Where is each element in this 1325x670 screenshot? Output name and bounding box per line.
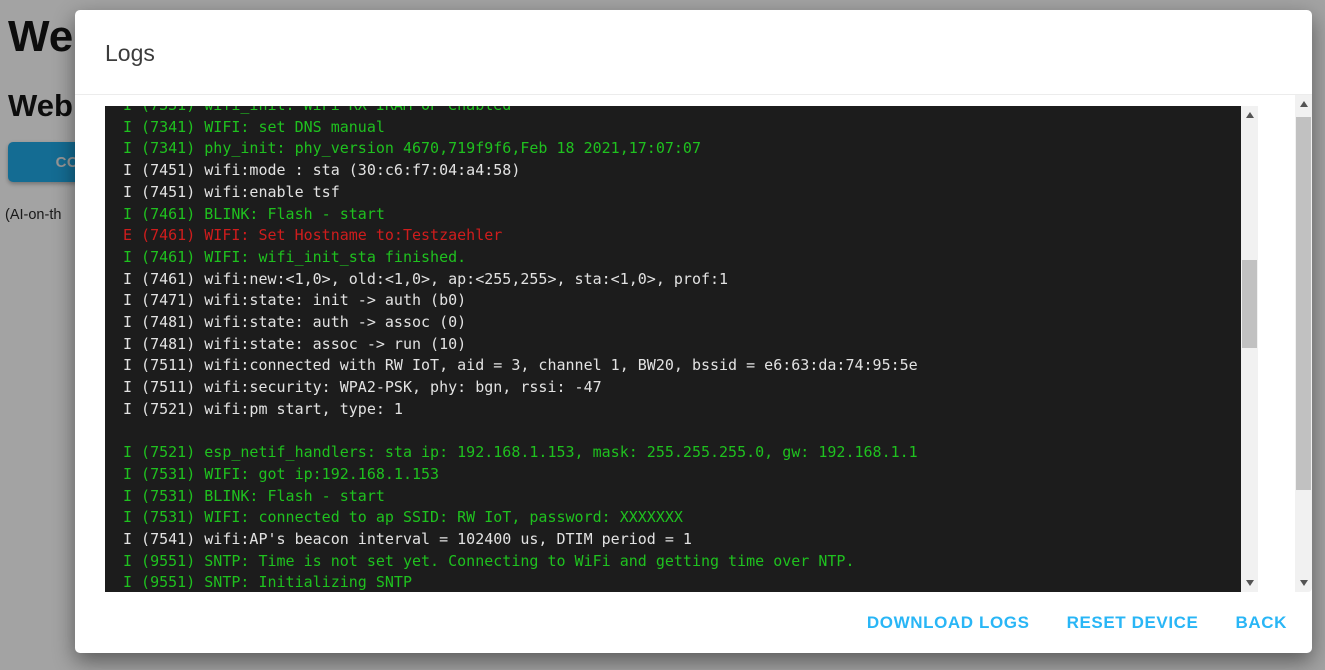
dialog-scrollbar-thumb[interactable] xyxy=(1296,117,1311,490)
log-line: I (7481) wifi:state: auth -> assoc (0) xyxy=(123,312,1241,334)
log-line: I (7331) wifi_init: WiFi RX IRAM OP enab… xyxy=(123,106,1241,117)
scroll-down-icon[interactable] xyxy=(1295,576,1312,590)
log-line: I (9551) SNTP: Initializing SNTP xyxy=(123,572,1241,592)
log-line: I (7461) wifi:new:<1,0>, old:<1,0>, ap:<… xyxy=(123,269,1241,291)
log-line: I (9551) SNTP: Time is not set yet. Conn… xyxy=(123,551,1241,573)
log-line: I (7531) BLINK: Flash - start xyxy=(123,486,1241,508)
dialog-footer: DOWNLOAD LOGS RESET DEVICE BACK xyxy=(75,592,1312,653)
reset-device-button[interactable]: RESET DEVICE xyxy=(1065,607,1201,639)
log-line: I (7471) wifi:state: init -> auth (b0) xyxy=(123,290,1241,312)
scroll-up-icon[interactable] xyxy=(1295,97,1312,111)
log-line: I (7341) WIFI: set DNS manual xyxy=(123,117,1241,139)
log-line: I (7531) WIFI: got ip:192.168.1.153 xyxy=(123,464,1241,486)
screen: Web Web CON (AI-on-th Logs I (7331) wifi… xyxy=(0,0,1325,670)
log-line: I (7461) BLINK: Flash - start xyxy=(123,204,1241,226)
log-line: I (7461) WIFI: wifi_init_sta finished. xyxy=(123,247,1241,269)
dialog-title: Logs xyxy=(105,40,155,67)
dialog-body: I (7331) wifi_init: WiFi RX IRAM OP enab… xyxy=(75,95,1312,592)
log-scrollbar[interactable] xyxy=(1241,106,1258,592)
log-terminal: I (7331) wifi_init: WiFi RX IRAM OP enab… xyxy=(105,106,1258,592)
logs-dialog: Logs I (7331) wifi_init: WiFi RX IRAM OP… xyxy=(75,10,1312,653)
log-line: I (7521) esp_netif_handlers: sta ip: 192… xyxy=(123,442,1241,464)
log-line: E (7461) WIFI: Set Hostname to:Testzaehl… xyxy=(123,225,1241,247)
log-scrollbar-thumb[interactable] xyxy=(1242,260,1257,348)
scroll-down-icon[interactable] xyxy=(1241,576,1258,590)
log-line: I (7521) wifi:pm start, type: 1 xyxy=(123,399,1241,421)
scroll-up-icon[interactable] xyxy=(1241,108,1258,122)
download-logs-button[interactable]: DOWNLOAD LOGS xyxy=(865,607,1032,639)
log-output: I (7331) wifi_init: WiFi RX IRAM OP enab… xyxy=(105,106,1241,592)
log-line xyxy=(123,421,1241,443)
back-button[interactable]: BACK xyxy=(1233,607,1289,639)
log-line: I (7531) WIFI: connected to ap SSID: RW … xyxy=(123,507,1241,529)
log-line: I (7511) wifi:security: WPA2-PSK, phy: b… xyxy=(123,377,1241,399)
log-line: I (7451) wifi:enable tsf xyxy=(123,182,1241,204)
dialog-scrollbar[interactable] xyxy=(1295,95,1312,592)
log-line: I (7451) wifi:mode : sta (30:c6:f7:04:a4… xyxy=(123,160,1241,182)
dialog-header: Logs xyxy=(75,10,1312,95)
log-line: I (7511) wifi:connected with RW IoT, aid… xyxy=(123,355,1241,377)
log-line: I (7481) wifi:state: assoc -> run (10) xyxy=(123,334,1241,356)
log-line: I (7341) phy_init: phy_version 4670,719f… xyxy=(123,138,1241,160)
log-line: I (7541) wifi:AP's beacon interval = 102… xyxy=(123,529,1241,551)
